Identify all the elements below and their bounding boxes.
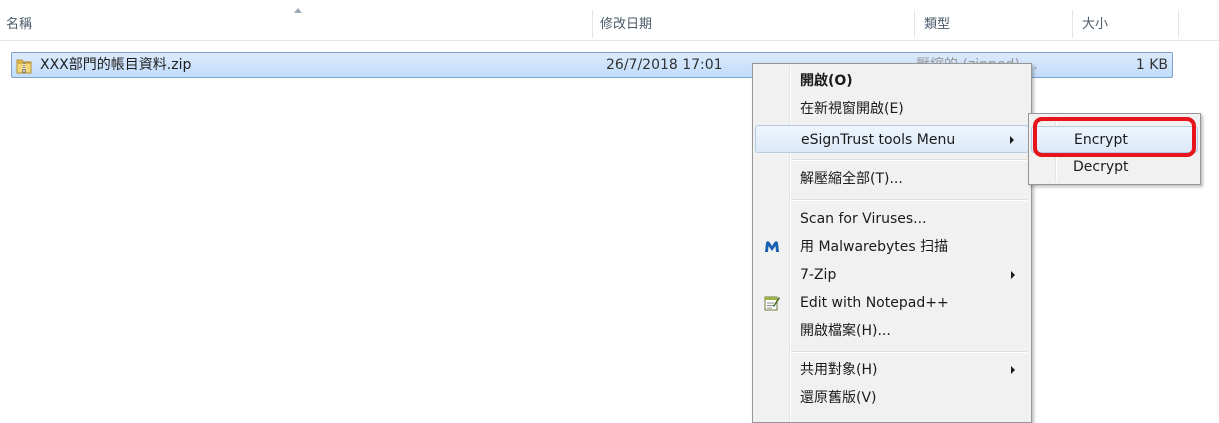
menu-item-notepad-plus-plus[interactable]: Edit with Notepad++ — [755, 289, 1029, 317]
file-explorer-window: 名稱 修改日期 類型 大小 XXX部門的帳目資料.zip 26/7/2018 1… — [0, 0, 1219, 423]
column-divider[interactable] — [1178, 10, 1179, 38]
encrypt-highlight-annotation — [1033, 117, 1196, 157]
column-date-label: 修改日期 — [600, 17, 653, 32]
column-type-header[interactable]: 類型 — [918, 8, 1068, 40]
menu-item-7zip[interactable]: 7-Zip — [755, 261, 1029, 289]
column-divider[interactable] — [914, 10, 915, 38]
context-menu: 開啟(O) 在新視窗開啟(E) eSignTrust tools Menu 解壓… — [752, 63, 1032, 423]
menu-item-share-with[interactable]: 共用對象(H) — [755, 356, 1029, 384]
menu-item-restore-previous[interactable]: 還原舊版(V) — [755, 384, 1029, 412]
column-size-label: 大小 — [1082, 17, 1109, 32]
menu-item-label: eSignTrust tools Menu — [801, 132, 956, 148]
menu-item-open-file[interactable]: 開啟檔案(H)... — [755, 317, 1029, 345]
sort-ascending-icon — [294, 8, 302, 13]
zip-folder-icon — [16, 59, 32, 74]
notepad-plus-plus-icon — [764, 296, 780, 311]
menu-item-label: 解壓縮全部(T)... — [800, 171, 903, 187]
menu-item-label: Scan for Viruses... — [800, 211, 927, 227]
submenu-item-label: Decrypt — [1073, 159, 1129, 175]
column-divider[interactable] — [592, 10, 593, 38]
file-name: XXX部門的帳目資料.zip — [40, 57, 192, 73]
column-date-header[interactable]: 修改日期 — [594, 8, 908, 40]
menu-item-open-new-window[interactable]: 在新視窗開啟(E) — [755, 95, 1029, 123]
file-modified-date: 26/7/2018 17:01 — [606, 57, 723, 73]
menu-item-label: 共用對象(H) — [800, 362, 878, 378]
menu-item-label: 7-Zip — [800, 267, 837, 283]
menu-item-scan-viruses[interactable]: Scan for Viruses... — [755, 205, 1029, 233]
malwarebytes-icon — [765, 241, 779, 252]
menu-separator — [791, 199, 1027, 201]
submenu-item-decrypt[interactable]: Decrypt — [1031, 154, 1198, 181]
menu-item-label: 在新視窗開啟(E) — [800, 101, 904, 117]
column-name-label: 名稱 — [6, 17, 33, 32]
menu-item-extract-all[interactable]: 解壓縮全部(T)... — [755, 165, 1029, 193]
submenu-arrow-icon — [1011, 271, 1015, 279]
submenu-arrow-icon — [1011, 366, 1015, 374]
menu-separator — [791, 159, 1027, 161]
menu-item-open[interactable]: 開啟(O) — [755, 67, 1029, 95]
menu-item-label: 用 Malwarebytes 扫描 — [800, 239, 949, 255]
column-size-header[interactable]: 大小 — [1076, 8, 1176, 40]
submenu-arrow-icon — [1010, 136, 1014, 144]
column-type-label: 類型 — [924, 17, 951, 32]
menu-item-malwarebytes[interactable]: 用 Malwarebytes 扫描 — [755, 233, 1029, 261]
menu-item-label: 還原舊版(V) — [800, 390, 877, 406]
menu-item-label: Edit with Notepad++ — [800, 295, 949, 311]
menu-separator — [791, 351, 1027, 353]
menu-item-label: 開啟檔案(H)... — [800, 323, 891, 339]
menu-item-label: 開啟(O) — [800, 73, 853, 89]
menu-item-esigntrust-tools[interactable]: eSignTrust tools Menu — [755, 125, 1029, 153]
column-header: 名稱 修改日期 類型 大小 — [0, 8, 1219, 41]
column-divider[interactable] — [1072, 10, 1073, 38]
file-size: 1 KB — [1135, 57, 1168, 73]
